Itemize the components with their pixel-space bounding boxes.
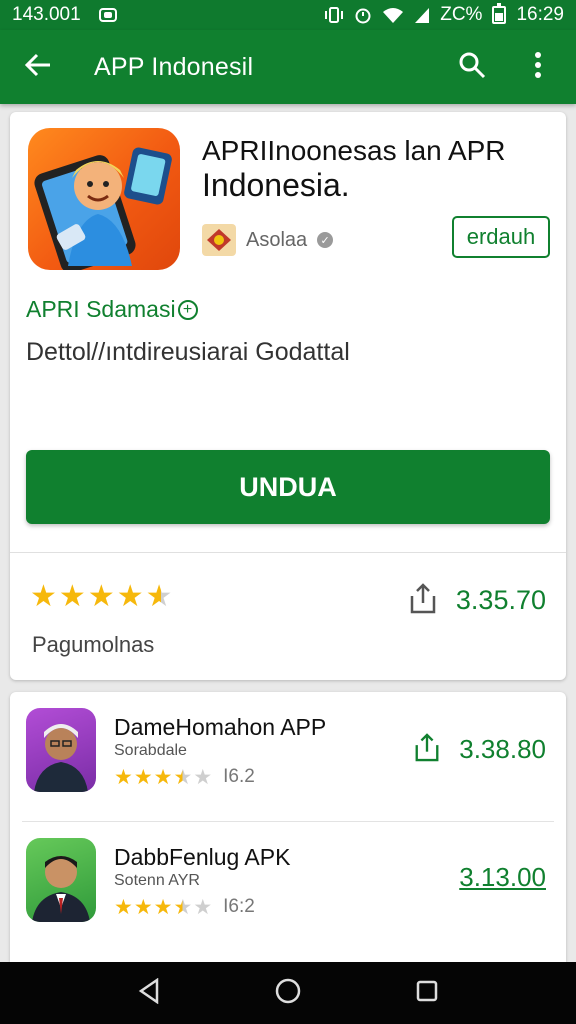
list-item-count: 3.13.00 <box>459 862 546 892</box>
navigation-bar <box>0 962 576 1024</box>
list-item-rating: ★ ★ ★ ★ ★ I6.2 <box>114 766 255 788</box>
category-label: APRI Sdamasi <box>26 296 176 322</box>
app-icon <box>28 128 180 270</box>
developer-name: Asolaa <box>246 228 308 251</box>
notification-icon <box>98 8 117 22</box>
star-icon: ★ <box>87 580 115 613</box>
app-details-card: APRIInoonesas lan APR Indonesia. Asolaa … <box>10 112 566 680</box>
star-icon: ★ <box>30 580 57 613</box>
wifi-icon <box>382 6 404 24</box>
arrow-left-icon <box>24 53 52 82</box>
install-button[interactable]: UNDUA <box>26 450 550 524</box>
status-left-text: 143.001 <box>12 4 81 25</box>
related-apps-card: DameHomahon APP Sorabdale ★ ★ ★ ★ ★ I6.2… <box>10 692 566 962</box>
nav-back-button[interactable] <box>127 971 171 1015</box>
list-item-title: DameHomahon APP <box>114 714 327 740</box>
nav-home-icon <box>274 977 302 1010</box>
share-icon <box>408 582 438 619</box>
list-item[interactable]: DameHomahon APP Sorabdale ★ ★ ★ ★ ★ I6.2… <box>10 692 566 822</box>
star-half-icon: ★ <box>173 895 193 919</box>
star-icon: ★ <box>153 895 173 919</box>
star-empty-icon: ★ <box>193 765 213 789</box>
signal-icon <box>414 6 430 24</box>
star-icon: ★ <box>114 765 133 789</box>
status-bar: 143.001 ZC% 16:29 <box>0 0 576 30</box>
more-vert-icon <box>534 51 542 83</box>
list-item-title: DabbFenlug APK <box>114 844 291 870</box>
list-item-action[interactable]: 3.13.00 <box>459 862 546 893</box>
star-icon: ★ <box>114 895 133 919</box>
rating-stars: ★ ★ ★ ★ ★ <box>30 582 173 612</box>
share-area[interactable]: 3.35.70 <box>408 582 546 619</box>
search-button[interactable] <box>452 47 492 87</box>
star-icon: ★ <box>133 765 153 789</box>
verified-icon: ✓ <box>317 232 334 248</box>
app-title-line1: APRIInoonesas lan APR <box>202 135 506 166</box>
rating-value: I6.2 <box>223 766 255 787</box>
developer-row[interactable]: Asolaa ✓ <box>202 224 334 256</box>
battery-icon <box>492 3 507 24</box>
developer-logo <box>202 224 236 256</box>
list-item-count: 3.38.80 <box>459 734 546 764</box>
star-icon: ★ <box>58 580 86 613</box>
star-half-icon: ★ <box>173 765 193 789</box>
nav-home-button[interactable] <box>266 971 310 1015</box>
download-count: 3.35.70 <box>455 585 546 615</box>
plus-circle-icon: + <box>177 299 198 320</box>
star-icon: ★ <box>133 895 153 919</box>
alarm-icon <box>354 6 372 24</box>
app-category[interactable]: APRI Sdamasi + <box>26 296 198 323</box>
star-icon: ★ <box>116 580 144 613</box>
avatar <box>26 708 96 792</box>
nav-recents-icon <box>415 979 439 1008</box>
list-item-rating: ★ ★ ★ ★ ★ I6:2 <box>114 896 255 918</box>
app-description: Dettol//ıntdireusiarai Godattal <box>26 338 350 366</box>
back-button[interactable] <box>18 47 58 87</box>
rating-label: Pagumolnas <box>32 632 155 657</box>
star-icon: ★ <box>153 765 173 789</box>
overflow-menu-button[interactable] <box>518 47 558 87</box>
nav-recents-button[interactable] <box>405 971 449 1015</box>
list-item-subtitle: Sorabdale <box>114 742 187 759</box>
battery-percent: ZC% <box>440 4 483 25</box>
app-title: APRIInoonesas lan APR Indonesia. <box>202 134 552 202</box>
vibrate-icon <box>324 6 344 24</box>
page-title: APP Indonesil <box>94 52 254 81</box>
star-empty-icon: ★ <box>193 895 213 919</box>
avatar <box>26 838 96 922</box>
secondary-button[interactable]: erdauh <box>452 216 550 258</box>
rating-value: I6:2 <box>223 896 255 917</box>
divider <box>10 552 566 553</box>
app-title-line2: Indonesia. <box>202 167 350 203</box>
status-time: 16:29 <box>516 4 564 25</box>
star-half-icon: ★ <box>145 580 173 613</box>
list-item-action[interactable]: 3.38.80 <box>413 732 546 767</box>
list-item[interactable]: DabbFenlug APK Sotenn AYR ★ ★ ★ ★ ★ I6:2… <box>10 822 566 952</box>
search-icon <box>458 51 486 84</box>
nav-back-icon <box>137 977 161 1009</box>
share-icon <box>413 732 441 767</box>
list-item-subtitle: Sotenn AYR <box>114 872 200 889</box>
app-bar: APP Indonesil <box>0 30 576 104</box>
